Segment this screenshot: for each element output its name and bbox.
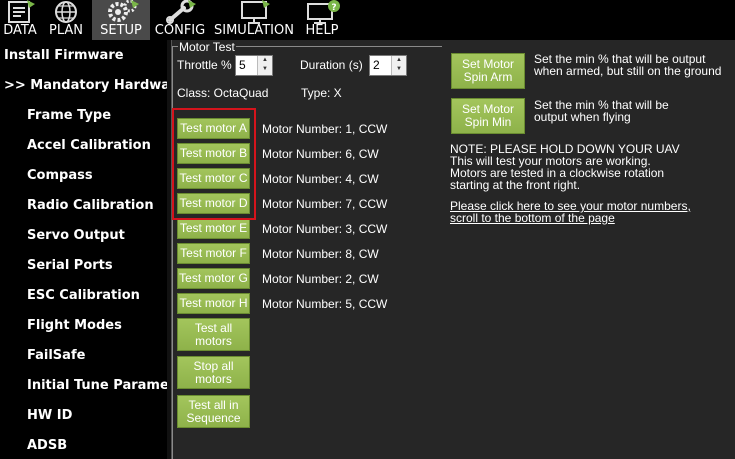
sidebar-item-frame-type[interactable]: Frame Type bbox=[0, 100, 167, 130]
motor-test-panel: Motor Test Throttle % 5 ▲ ▼ Duration (s) … bbox=[172, 40, 735, 459]
throttle-value: 5 bbox=[239, 58, 246, 72]
set-motor-spin-arm-button[interactable]: Set Motor Spin Arm bbox=[451, 53, 525, 89]
down-arrow-icon[interactable]: ▼ bbox=[392, 65, 406, 74]
test-motor-g-button[interactable]: Test motor G bbox=[177, 268, 250, 289]
duration-input[interactable]: 2 ▲ ▼ bbox=[369, 55, 407, 76]
sidebar-item-label: Radio Calibration bbox=[27, 197, 154, 213]
down-arrow-icon[interactable]: ▼ bbox=[258, 65, 272, 74]
note-block: NOTE: PLEASE HOLD DOWN YOUR UAV This wil… bbox=[450, 143, 730, 191]
sidebar-item-label: >> Mandatory Hardware bbox=[4, 77, 167, 93]
set-motor-spin-min-button[interactable]: Set Motor Spin Min bbox=[451, 98, 525, 134]
menu-simulation[interactable]: SIMULATION bbox=[210, 0, 298, 40]
menu-data-label: DATA bbox=[3, 23, 37, 38]
highlight-box bbox=[172, 108, 256, 220]
motor-h-info: Motor Number: 5, CCW bbox=[262, 297, 388, 311]
menu-plan-label: PLAN bbox=[49, 23, 83, 38]
stop-all-motors-button[interactable]: Stop all motors bbox=[177, 356, 250, 389]
menu-setup-label: SETUP bbox=[100, 23, 142, 38]
sidebar-item-failsafe[interactable]: FailSafe bbox=[0, 340, 167, 370]
sidebar-item-label: Servo Output bbox=[27, 227, 125, 243]
menu-setup[interactable]: SETUP bbox=[92, 0, 150, 40]
up-arrow-icon[interactable]: ▲ bbox=[258, 56, 272, 65]
test-motor-f-button[interactable]: Test motor F bbox=[177, 243, 250, 264]
test-all-motors-button[interactable]: Test all motors bbox=[177, 318, 250, 351]
menu-config[interactable]: CONFIG bbox=[150, 0, 210, 40]
menu-simulation-label: SIMULATION bbox=[214, 23, 294, 38]
type-label: Type: X bbox=[301, 86, 342, 100]
sidebar-item-label: Compass bbox=[27, 167, 93, 183]
motor-g-info: Motor Number: 2, CW bbox=[262, 272, 379, 286]
note-line: starting at the front right. bbox=[450, 178, 581, 192]
up-arrow-icon[interactable]: ▲ bbox=[392, 56, 406, 65]
sidebar-item-initial-tune-parameters[interactable]: Initial Tune Paramete bbox=[0, 370, 167, 400]
sidebar-item-label: Accel Calibration bbox=[27, 137, 151, 153]
sidebar-item-flight-modes[interactable]: Flight Modes bbox=[0, 310, 167, 340]
svg-text:?: ? bbox=[331, 3, 336, 13]
motor-d-info: Motor Number: 7, CCW bbox=[262, 197, 388, 211]
spin-arm-description: Set the min % that will be output when a… bbox=[534, 52, 722, 78]
motor-f-info: Motor Number: 8, CW bbox=[262, 247, 379, 261]
sidebar-item-label: HW ID bbox=[27, 407, 73, 423]
sidebar: Install Firmware >> Mandatory Hardware F… bbox=[0, 40, 167, 459]
motor-b-info: Motor Number: 6, CW bbox=[262, 147, 379, 161]
motor-e-info: Motor Number: 3, CCW bbox=[262, 222, 388, 236]
throttle-label: Throttle % bbox=[177, 58, 232, 72]
duration-value: 2 bbox=[373, 58, 380, 72]
sidebar-item-mandatory-hardware[interactable]: >> Mandatory Hardware bbox=[0, 70, 167, 100]
motor-a-info: Motor Number: 1, CCW bbox=[262, 122, 388, 136]
sidebar-item-label: Initial Tune Paramete bbox=[27, 377, 167, 393]
sidebar-item-accel-calibration[interactable]: Accel Calibration bbox=[0, 130, 167, 160]
top-menu-bar: DATA PLAN SETUP CONFIG SIMULATION ? HELP bbox=[0, 0, 735, 40]
sidebar-item-label: FailSafe bbox=[27, 347, 86, 363]
sidebar-item-compass[interactable]: Compass bbox=[0, 160, 167, 190]
mission-planner-window: DATA PLAN SETUP CONFIG SIMULATION ? HELP… bbox=[0, 0, 735, 459]
duration-label: Duration (s) bbox=[300, 58, 363, 72]
menu-help[interactable]: ? HELP bbox=[298, 0, 346, 40]
sidebar-item-adsb[interactable]: ADSB bbox=[0, 430, 167, 459]
sidebar-item-radio-calibration[interactable]: Radio Calibration bbox=[0, 190, 167, 220]
motor-numbers-link[interactable]: Please click here to see your motor numb… bbox=[450, 200, 691, 224]
link-line: scroll to the bottom of the page bbox=[450, 211, 615, 225]
menu-data[interactable]: DATA bbox=[0, 0, 40, 40]
sidebar-item-label: ADSB bbox=[27, 437, 68, 453]
menu-plan[interactable]: PLAN bbox=[40, 0, 92, 40]
group-title: Motor Test bbox=[178, 40, 236, 54]
throttle-input[interactable]: 5 ▲ ▼ bbox=[235, 55, 273, 76]
sidebar-item-install-firmware[interactable]: Install Firmware bbox=[0, 40, 167, 70]
sidebar-item-label: Serial Ports bbox=[27, 257, 113, 273]
test-motor-e-button[interactable]: Test motor E bbox=[177, 218, 250, 239]
throttle-spinner-arrows[interactable]: ▲ ▼ bbox=[257, 56, 272, 75]
menu-config-label: CONFIG bbox=[154, 23, 206, 38]
test-all-in-sequence-button[interactable]: Test all in Sequence bbox=[177, 395, 250, 428]
motor-c-info: Motor Number: 4, CW bbox=[262, 172, 379, 186]
duration-spinner-arrows[interactable]: ▲ ▼ bbox=[391, 56, 406, 75]
class-label: Class: OctaQuad bbox=[177, 86, 269, 100]
sidebar-item-label: Install Firmware bbox=[4, 47, 124, 63]
sidebar-item-servo-output[interactable]: Servo Output bbox=[0, 220, 167, 250]
sidebar-item-esc-calibration[interactable]: ESC Calibration bbox=[0, 280, 167, 310]
sidebar-item-serial-ports[interactable]: Serial Ports bbox=[0, 250, 167, 280]
sidebar-item-label: Frame Type bbox=[27, 107, 112, 123]
menu-help-label: HELP bbox=[305, 23, 339, 38]
test-motor-h-button[interactable]: Test motor H bbox=[177, 293, 250, 314]
sidebar-item-label: Flight Modes bbox=[27, 317, 122, 333]
sidebar-item-hw-id[interactable]: HW ID bbox=[0, 400, 167, 430]
sidebar-item-label: ESC Calibration bbox=[27, 287, 140, 303]
spin-min-description: Set the min % that will be output when f… bbox=[534, 98, 669, 124]
